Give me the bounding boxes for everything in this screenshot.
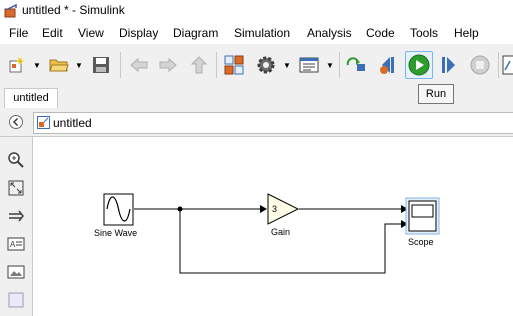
zoom-in-icon[interactable] <box>7 151 25 169</box>
stop-button[interactable] <box>468 53 492 77</box>
step-forward-button[interactable] <box>437 53 461 77</box>
stop-icon <box>470 55 490 75</box>
back-button[interactable] <box>128 53 150 77</box>
save-button[interactable] <box>90 53 112 77</box>
open-button[interactable] <box>47 53 71 77</box>
menu-bar: File Edit View Display Diagram Simulatio… <box>0 22 513 44</box>
new-model-button[interactable] <box>6 53 28 77</box>
menu-edit[interactable]: Edit <box>42 26 63 40</box>
breadcrumb-model-name[interactable]: untitled <box>53 116 92 130</box>
tab-untitled[interactable]: untitled <box>4 88 58 109</box>
back-arrow-icon <box>130 57 148 73</box>
menu-analysis[interactable]: Analysis <box>307 26 352 40</box>
model-explorer-icon <box>299 57 319 73</box>
menu-help[interactable]: Help <box>454 26 479 40</box>
up-button[interactable] <box>188 53 210 77</box>
sine-wave-block[interactable] <box>103 193 134 226</box>
model-canvas[interactable]: 3 Sine Wave Gain Scope <box>33 137 513 316</box>
step-back-button[interactable] <box>375 53 399 77</box>
update-diagram-button[interactable] <box>344 53 368 77</box>
model-config-icon <box>257 56 275 74</box>
gain-label[interactable]: Gain <box>271 227 290 237</box>
toolbar-separator <box>120 52 121 78</box>
menu-simulation[interactable]: Simulation <box>234 26 290 40</box>
menu-tools[interactable]: Tools <box>410 26 438 40</box>
model-config-button[interactable] <box>254 53 278 77</box>
simulink-logo-icon <box>4 4 17 18</box>
toolbar-separator <box>216 52 217 78</box>
breadcrumb[interactable]: untitled <box>33 112 513 134</box>
fit-to-view-icon[interactable] <box>7 179 25 197</box>
toolbar: ▼ ▼ ▼ ▼ <box>0 44 513 87</box>
menu-file[interactable]: File <box>9 26 28 40</box>
annotation-icon[interactable]: A <box>7 235 25 253</box>
model-icon <box>37 116 50 129</box>
menu-view[interactable]: View <box>78 26 104 40</box>
hide-explorer-bar-icon[interactable] <box>8 114 24 130</box>
window-title: untitled * - Simulink <box>22 3 125 17</box>
run-tooltip: Run <box>418 84 454 104</box>
signal-line[interactable] <box>179 209 401 274</box>
svg-text:A: A <box>10 240 16 249</box>
scope-label[interactable]: Scope <box>408 237 434 247</box>
arrowhead <box>260 205 267 213</box>
step-forward-icon <box>442 57 455 73</box>
menu-diagram[interactable]: Diagram <box>173 26 218 40</box>
toolbar-separator <box>498 52 499 78</box>
model-explorer-dropdown-icon[interactable]: ▼ <box>326 61 334 70</box>
new-model-dropdown-icon[interactable]: ▼ <box>33 61 41 70</box>
forward-button[interactable] <box>157 53 179 77</box>
area-icon[interactable] <box>7 291 25 309</box>
scope-viewer-icon <box>502 55 513 75</box>
open-dropdown-icon[interactable]: ▼ <box>75 61 83 70</box>
menu-code[interactable]: Code <box>366 26 395 40</box>
model-config-dropdown-icon[interactable]: ▼ <box>283 61 291 70</box>
model-explorer-button[interactable] <box>297 53 321 77</box>
address-bar: untitled <box>0 108 513 137</box>
run-button[interactable] <box>405 51 433 79</box>
up-arrow-icon <box>191 56 207 74</box>
arrow-shape-icon[interactable] <box>7 207 25 225</box>
scope-block[interactable] <box>405 197 440 235</box>
scope-viewer-button[interactable] <box>502 53 513 77</box>
sine-wave-label[interactable]: Sine Wave <box>94 228 137 238</box>
open-folder-icon <box>49 59 69 72</box>
toolbar-separator <box>339 52 340 78</box>
library-browser-icon <box>224 55 244 75</box>
title-bar: untitled * - Simulink <box>0 0 513 22</box>
forward-arrow-icon <box>159 57 177 73</box>
run-icon <box>408 54 430 76</box>
step-back-icon <box>380 57 394 74</box>
scope-screen-icon <box>411 204 434 218</box>
update-diagram-icon <box>346 57 365 71</box>
save-icon <box>93 57 109 73</box>
new-model-icon <box>9 57 24 73</box>
menu-display[interactable]: Display <box>119 26 158 40</box>
image-icon[interactable] <box>7 263 25 281</box>
library-browser-button[interactable] <box>222 53 246 77</box>
gain-value: 3 <box>272 204 277 214</box>
left-palette: A <box>0 137 33 316</box>
